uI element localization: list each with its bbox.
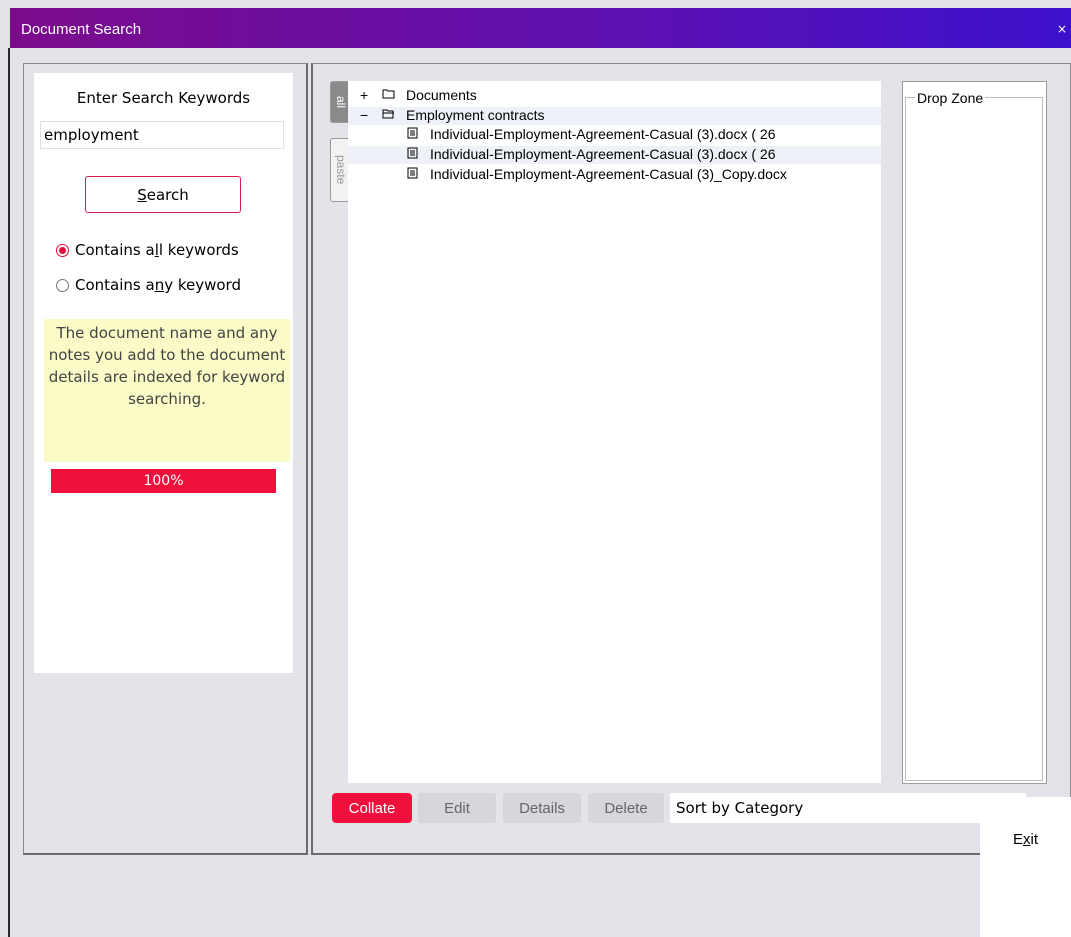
document-icon [407, 127, 418, 142]
exit-button[interactable]: Exit [980, 797, 1071, 937]
radio-contains-any[interactable]: Contains any keyword [56, 276, 241, 294]
folder-icon [382, 88, 395, 102]
tree-file-label: Individual-Employment-Agreement-Casual (… [430, 126, 776, 142]
search-button-hotkey: S [137, 185, 147, 204]
sort-select[interactable]: Sort by Category ⌄ [670, 793, 1026, 823]
folder-open-icon [382, 108, 395, 122]
tree-node-employment-contracts[interactable]: − Employment contracts [348, 107, 881, 125]
tree-file[interactable]: Individual-Employment-Agreement-Casual (… [348, 126, 881, 144]
tree-file[interactable]: Individual-Employment-Agreement-Casual (… [348, 166, 881, 184]
search-input[interactable] [40, 121, 284, 149]
collapse-icon[interactable]: − [360, 107, 368, 123]
search-help-note: The document name and any notes you add … [44, 319, 290, 462]
tab-paste[interactable]: paste [330, 138, 348, 202]
progress-label: 100% [143, 473, 184, 489]
collate-button[interactable]: Collate [332, 793, 412, 823]
sort-select-value: Sort by Category [676, 799, 804, 817]
document-icon [407, 167, 418, 182]
search-keywords-label: Enter Search Keywords [76, 89, 251, 107]
document-icon [407, 147, 418, 162]
search-panel: Enter Search Keywords Search Contains al… [34, 73, 293, 673]
search-button[interactable]: Search [85, 176, 241, 213]
window-title: Document Search [21, 21, 142, 38]
edit-button[interactable]: Edit [418, 793, 496, 823]
radio-contains-all[interactable]: Contains all keywords [56, 241, 239, 259]
tree-file[interactable]: Individual-Employment-Agreement-Casual (… [348, 146, 881, 164]
expand-icon[interactable]: + [360, 87, 368, 103]
radio-unchecked-icon [56, 278, 69, 292]
drop-zone-frame [905, 97, 1043, 781]
search-button-label: earch [146, 185, 189, 204]
tree-file-label: Individual-Employment-Agreement-Casual (… [430, 146, 776, 162]
delete-button[interactable]: Delete [588, 793, 664, 823]
tree-node-documents[interactable]: + Documents [348, 87, 881, 105]
tree-node-label: Employment contracts [406, 107, 545, 123]
details-button[interactable]: Details [503, 793, 581, 823]
radio-contains-all-label: Contains all keywords [75, 241, 239, 259]
tab-all[interactable]: all [330, 81, 348, 123]
close-icon[interactable]: × [1057, 22, 1067, 36]
radio-contains-any-label: Contains any keyword [75, 276, 241, 294]
document-tree[interactable]: + Documents − Employment contracts Indiv… [348, 81, 881, 783]
drop-zone-label: Drop Zone [915, 90, 986, 106]
title-bar: Document Search × [10, 8, 1071, 48]
exit-button-label: Exit [1012, 831, 1038, 848]
tree-node-label: Documents [406, 87, 477, 103]
window-left-border [8, 48, 10, 937]
drop-zone[interactable]: Drop Zone [902, 81, 1047, 784]
radio-checked-icon [56, 243, 69, 257]
tree-file-label: Individual-Employment-Agreement-Casual (… [430, 166, 787, 182]
search-progress-bar: 100% [51, 469, 276, 493]
